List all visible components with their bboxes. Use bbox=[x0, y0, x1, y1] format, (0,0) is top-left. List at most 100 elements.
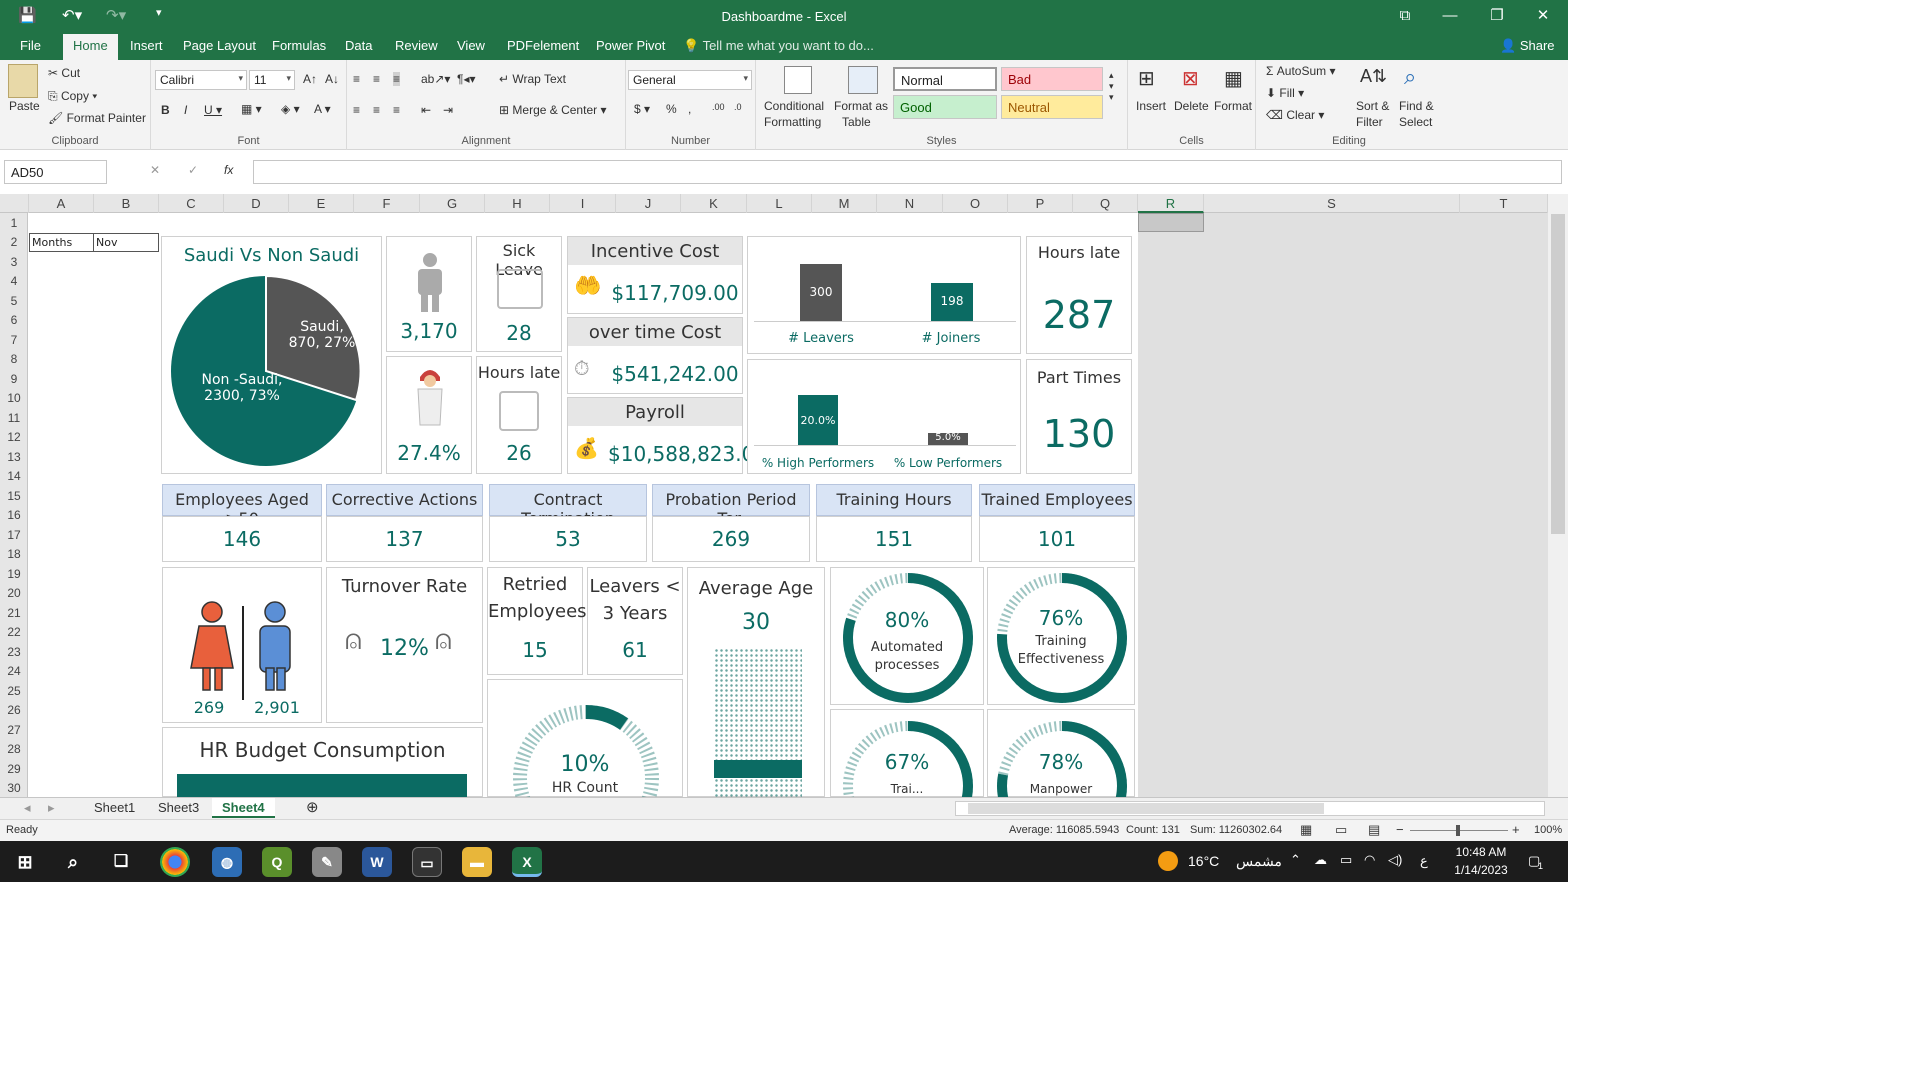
paste-button[interactable]: Paste bbox=[9, 99, 40, 113]
format-painter-button[interactable]: 🖌 Format Painter bbox=[48, 111, 146, 125]
row-header[interactable]: 25 bbox=[0, 684, 28, 698]
row-header[interactable]: 5 bbox=[0, 294, 28, 308]
excel-icon[interactable]: X bbox=[512, 847, 542, 877]
cell-b2[interactable]: Nov bbox=[93, 233, 159, 252]
tab-review[interactable]: Review bbox=[395, 38, 438, 53]
task-view-icon[interactable]: ❏ bbox=[106, 847, 136, 877]
row-header[interactable]: 24 bbox=[0, 664, 28, 678]
sheet-tab[interactable]: Sheet3 bbox=[148, 798, 209, 818]
row-header[interactable]: 3 bbox=[0, 255, 28, 269]
align-bottom-icon[interactable]: ≡ bbox=[393, 72, 401, 86]
enter-formula-icon[interactable]: ✓ bbox=[188, 163, 198, 177]
normal-view-icon[interactable]: ▦ bbox=[1300, 822, 1312, 838]
row-header[interactable]: 19 bbox=[0, 567, 28, 581]
battery-icon[interactable]: ▭ bbox=[1340, 852, 1352, 868]
merge-center-button[interactable]: ⊞ Merge & Center ▾ bbox=[499, 103, 606, 117]
row-header[interactable]: 15 bbox=[0, 489, 28, 503]
decrease-indent-icon[interactable]: ⇤ bbox=[421, 103, 431, 117]
align-top-icon[interactable]: ≡ bbox=[353, 72, 360, 86]
tab-power-pivot[interactable]: Power Pivot bbox=[596, 38, 665, 53]
terminal-icon[interactable]: ▭ bbox=[412, 847, 442, 877]
wifi-icon[interactable]: ◠ bbox=[1364, 852, 1375, 868]
orientation-icon[interactable]: ab↗▾ bbox=[421, 72, 450, 86]
tab-pdfelement[interactable]: PDFelement bbox=[507, 38, 579, 53]
tab-insert[interactable]: Insert bbox=[130, 38, 163, 53]
column-header[interactable]: I bbox=[550, 194, 616, 213]
row-header[interactable]: 9 bbox=[0, 372, 28, 386]
clock-date[interactable]: 1/14/2023 bbox=[1448, 863, 1514, 877]
column-header[interactable]: T bbox=[1460, 194, 1548, 213]
column-header[interactable]: P bbox=[1008, 194, 1073, 213]
weather-sun-icon[interactable] bbox=[1158, 851, 1178, 871]
zoom-slider-thumb[interactable] bbox=[1456, 825, 1460, 836]
underline-button[interactable]: U ▾ bbox=[204, 103, 222, 117]
style-bad[interactable]: Bad bbox=[1001, 67, 1103, 91]
sheet-tab-active[interactable]: Sheet4 bbox=[212, 798, 275, 818]
row-header[interactable]: 17 bbox=[0, 528, 28, 542]
word-icon[interactable]: W bbox=[362, 847, 392, 877]
tab-home[interactable]: Home bbox=[63, 34, 118, 60]
align-center-icon[interactable]: ≡ bbox=[373, 103, 380, 117]
input-language[interactable]: ع bbox=[1420, 853, 1428, 869]
column-header[interactable]: D bbox=[224, 194, 289, 213]
formula-input[interactable] bbox=[253, 160, 1562, 184]
row-header[interactable]: 14 bbox=[0, 469, 28, 483]
vertical-scrollbar[interactable] bbox=[1548, 194, 1568, 797]
insert-function-icon[interactable]: fx bbox=[224, 163, 233, 177]
fill-button[interactable]: ⬇ Fill ▾ bbox=[1266, 86, 1304, 100]
style-neutral[interactable]: Neutral bbox=[1001, 95, 1103, 119]
row-header[interactable]: 22 bbox=[0, 625, 28, 639]
increase-decimal-icon[interactable]: .00 bbox=[712, 102, 725, 112]
row-header[interactable]: 7 bbox=[0, 333, 28, 347]
column-header[interactable]: J bbox=[616, 194, 681, 213]
select-all-corner[interactable] bbox=[0, 194, 29, 213]
zoom-in-icon[interactable]: + bbox=[1512, 822, 1520, 837]
volume-icon[interactable]: ◁) bbox=[1388, 852, 1402, 868]
weather-condition[interactable]: مشمس bbox=[1236, 853, 1282, 870]
increase-indent-icon[interactable]: ⇥ bbox=[443, 103, 453, 117]
row-header[interactable]: 28 bbox=[0, 742, 28, 756]
restore-button[interactable]: ❐ bbox=[1477, 4, 1517, 28]
search-icon[interactable]: ⌕ bbox=[58, 847, 88, 877]
decrease-decimal-icon[interactable]: .0 bbox=[734, 102, 742, 112]
decrease-font-icon[interactable]: A↓ bbox=[325, 72, 339, 86]
zoom-level[interactable]: 100% bbox=[1534, 824, 1562, 836]
weather-temp[interactable]: 16°C bbox=[1188, 853, 1219, 869]
network-icon[interactable]: ☁ bbox=[1314, 852, 1327, 868]
row-header[interactable]: 20 bbox=[0, 586, 28, 600]
share-button[interactable]: 👤 Share bbox=[1500, 38, 1555, 54]
font-size-select[interactable]: 11 bbox=[249, 70, 295, 90]
cell-a2[interactable]: Months bbox=[29, 233, 94, 252]
row-header[interactable]: 16 bbox=[0, 508, 28, 522]
align-left-icon[interactable]: ≡ bbox=[353, 103, 360, 117]
column-header[interactable]: A bbox=[29, 194, 94, 213]
name-box[interactable]: AD50 bbox=[4, 160, 107, 184]
row-header[interactable]: 21 bbox=[0, 606, 28, 620]
paint-app-icon[interactable]: ✎ bbox=[312, 847, 342, 877]
page-break-view-icon[interactable]: ▤ bbox=[1368, 822, 1380, 838]
clock-time[interactable]: 10:48 AM bbox=[1448, 845, 1514, 859]
zoom-out-icon[interactable]: − bbox=[1396, 822, 1404, 837]
column-header[interactable]: G bbox=[420, 194, 485, 213]
page-layout-view-icon[interactable]: ▭ bbox=[1335, 822, 1347, 838]
tab-data[interactable]: Data bbox=[345, 38, 372, 53]
tab-file[interactable]: File bbox=[20, 38, 41, 53]
column-header[interactable]: M bbox=[812, 194, 877, 213]
insert-cells-button[interactable]: Insert bbox=[1136, 99, 1166, 113]
row-header[interactable]: 11 bbox=[0, 411, 28, 425]
windows-start-icon[interactable]: ⊞ bbox=[10, 847, 40, 877]
copy-button[interactable]: ⎘ Copy ▾ bbox=[48, 89, 97, 104]
sheet-tab[interactable]: Sheet1 bbox=[84, 798, 145, 818]
row-header[interactable]: 13 bbox=[0, 450, 28, 464]
borders-icon[interactable]: ▦ ▾ bbox=[241, 102, 262, 116]
cut-button[interactable]: ✂ Cut bbox=[48, 66, 80, 80]
selected-cell[interactable] bbox=[1138, 213, 1204, 232]
worksheet-grid[interactable]: Months Nov Saudi Vs Non Saudi Saudi, 870… bbox=[29, 213, 1138, 797]
globe-app-icon[interactable]: ◍ bbox=[212, 847, 242, 877]
column-header[interactable]: R bbox=[1138, 194, 1204, 213]
comma-icon[interactable]: , bbox=[688, 102, 691, 116]
column-header[interactable]: K bbox=[681, 194, 747, 213]
column-header[interactable]: N bbox=[877, 194, 943, 213]
delete-cells-button[interactable]: Delete bbox=[1174, 99, 1209, 113]
row-header[interactable]: 18 bbox=[0, 547, 28, 561]
